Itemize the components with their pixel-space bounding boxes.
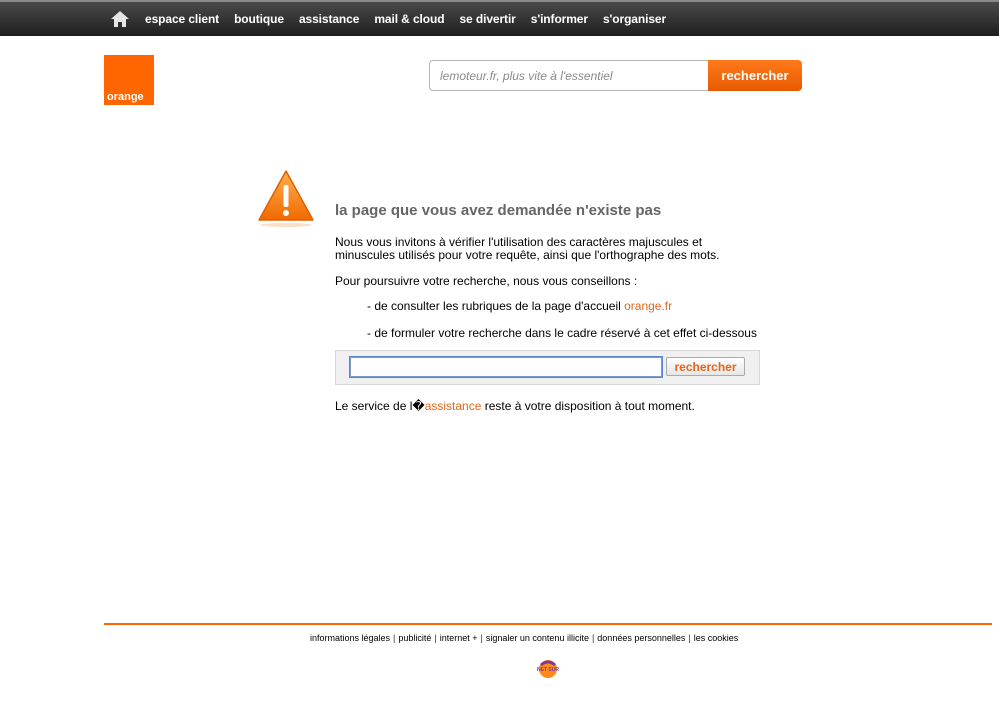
- home-icon[interactable]: [110, 10, 130, 28]
- separator: |: [434, 633, 437, 643]
- logo-text: orange: [107, 91, 144, 103]
- service-text: Le service de l�assistance reste à votre…: [335, 399, 695, 413]
- footer-link-publicite[interactable]: publicité: [398, 633, 431, 643]
- assistance-link[interactable]: assistance: [425, 399, 482, 413]
- service-prefix: Le service de l�: [335, 399, 425, 413]
- net-sur-badge-text: NET SUR: [537, 667, 559, 673]
- separator: |: [688, 633, 691, 643]
- error-content: la page que vous avez demandée n'existe …: [335, 200, 765, 354]
- advice-item-1: - de consulter les rubriques de la page …: [367, 300, 765, 313]
- footer-link-internet-plus[interactable]: internet +: [440, 633, 478, 643]
- orange-fr-link[interactable]: orange.fr: [624, 299, 672, 313]
- top-navigation-bar: espace client boutique assistance mail &…: [0, 0, 999, 36]
- advice-text: Pour poursuivre votre recherche, nous vo…: [335, 274, 638, 288]
- footer-link-cookies[interactable]: les cookies: [694, 633, 739, 643]
- nav-espace-client[interactable]: espace client: [137, 12, 226, 26]
- main-nav: espace client boutique assistance mail &…: [137, 2, 673, 36]
- nav-mail-cloud[interactable]: mail & cloud: [366, 12, 451, 26]
- top-search-input[interactable]: [429, 60, 709, 91]
- warning-icon: [258, 170, 314, 227]
- nav-se-divertir[interactable]: se divertir: [451, 12, 522, 26]
- footer-link-donnees-personnelles[interactable]: données personnelles: [597, 633, 685, 643]
- advice-item-2: - de formuler votre recherche dans le ca…: [367, 326, 757, 340]
- footer-link-signaler[interactable]: signaler un contenu illicite: [486, 633, 589, 643]
- error-search-box: rechercher: [335, 350, 760, 385]
- separator: |: [393, 633, 396, 643]
- invite-text: Nous vous invitons à vérifier l'utilisat…: [335, 235, 720, 262]
- top-search-form: rechercher: [429, 60, 802, 91]
- orange-logo[interactable]: orange: [104, 55, 154, 105]
- footer-divider: [104, 623, 992, 625]
- separator: |: [591, 633, 595, 643]
- advice-item-1-text: - de consulter les rubriques de la page …: [367, 299, 625, 313]
- nav-boutique[interactable]: boutique: [226, 12, 291, 26]
- page-title: la page que vous avez demandée n'existe …: [335, 202, 662, 219]
- nav-assistance[interactable]: assistance: [291, 12, 366, 26]
- footer-link-informations-legales[interactable]: informations légales: [310, 633, 390, 643]
- service-suffix: reste à votre disposition à tout moment.: [481, 399, 695, 413]
- separator: |: [480, 633, 483, 643]
- net-sur-badge[interactable]: NET SUR: [534, 655, 562, 683]
- nav-s-informer[interactable]: s'informer: [523, 12, 595, 26]
- error-search-button[interactable]: rechercher: [666, 357, 745, 376]
- nav-s-organiser[interactable]: s'organiser: [595, 12, 673, 26]
- top-search-button[interactable]: rechercher: [708, 60, 802, 91]
- footer-links: informations légales | publicité | internet …: [310, 633, 738, 643]
- error-search-input[interactable]: [349, 356, 663, 378]
